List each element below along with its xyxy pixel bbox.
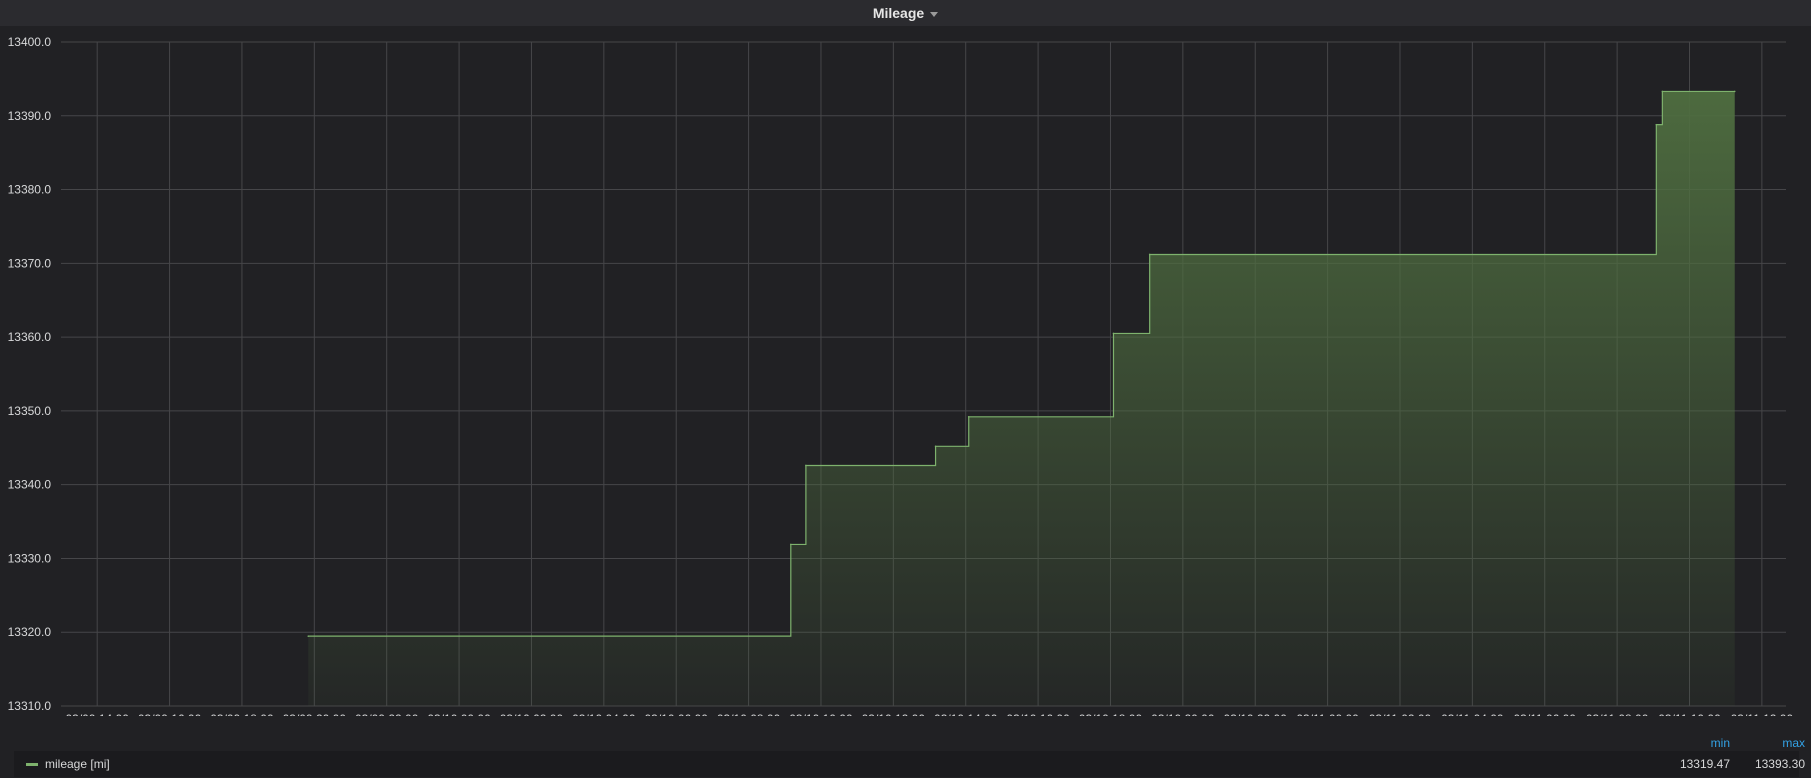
x-tick-label: 03/09 14:00: [65, 712, 129, 716]
y-tick-label: 13340.0: [8, 478, 52, 492]
legend-max-header[interactable]: max: [1745, 736, 1805, 750]
x-tick-label: 03/11 02:00: [1369, 712, 1432, 716]
series-area-fill: [308, 91, 1735, 707]
legend-min-value: 13319.47: [1679, 757, 1730, 771]
x-tick-label: 03/10 02:00: [500, 712, 564, 716]
data-point: [934, 445, 937, 448]
legend: min max mileage [mi] 13319.47 13393.30: [0, 728, 1811, 778]
x-tick-label: 03/10 06:00: [645, 712, 709, 716]
y-tick-label: 13370.0: [8, 256, 52, 270]
y-tick-label: 13330.0: [8, 551, 52, 565]
y-tick-label: 13310.0: [8, 699, 52, 713]
x-tick-label: 03/11 04:00: [1441, 712, 1504, 716]
data-point: [790, 543, 792, 546]
x-tick-label: 03/09 16:00: [138, 712, 202, 716]
data-point: [1661, 90, 1664, 93]
graph-panel: Mileage 13310.0 13320.0 13330.0 13340.0 1335…: [0, 0, 1811, 778]
x-tick-label: 03/11 12:00: [1731, 712, 1794, 716]
x-tick-label: 03/10 10:00: [789, 712, 853, 716]
y-tick-label: 13400.0: [8, 35, 52, 49]
data-point: [1655, 123, 1658, 126]
y-tick-label: 13350.0: [8, 404, 52, 418]
data-point: [1148, 253, 1151, 256]
chart-plot[interactable]: 13310.0 13320.0 13330.0 13340.0 13350.0 13360…: [0, 26, 1811, 716]
legend-max-value: 13393.30: [1754, 757, 1805, 771]
data-point: [805, 464, 807, 467]
data-point: [1112, 332, 1115, 335]
x-tick-label: 03/11 06:00: [1513, 712, 1576, 716]
legend-series-label[interactable]: mileage [mi]: [45, 757, 110, 771]
x-tick-label: 03/11 08:00: [1586, 712, 1649, 716]
x-tick-label: 03/10 18:00: [1079, 712, 1143, 716]
caret-down-icon[interactable]: [930, 11, 939, 17]
y-tick-label: 13360.0: [8, 330, 52, 344]
data-point: [1733, 90, 1736, 93]
x-tick-label: 03/10 16:00: [1006, 712, 1070, 716]
x-tick-label: 03/11 00:00: [1296, 712, 1359, 716]
x-tick-label: 03/10 14:00: [934, 712, 998, 716]
panel-header[interactable]: Mileage: [0, 0, 1811, 26]
y-tick-label: 13380.0: [8, 183, 52, 197]
y-tick-label: 13320.0: [8, 625, 52, 639]
x-tick-label: 03/09 22:00: [355, 712, 419, 716]
y-tick-label: 13390.0: [8, 109, 52, 123]
legend-min-header[interactable]: min: [1670, 736, 1730, 750]
line-swatch-icon[interactable]: [26, 763, 38, 766]
x-tick-label: 03/10 22:00: [1224, 712, 1288, 716]
x-tick-label: 03/10 12:00: [862, 712, 926, 716]
panel-title[interactable]: Mileage: [873, 5, 924, 21]
legend-series-row[interactable]: mileage [mi] 13319.47 13393.30: [14, 751, 1805, 777]
x-tick-label: 03/10 04:00: [572, 712, 636, 716]
x-tick-label: 03/09 20:00: [283, 712, 347, 716]
x-tick-label: 03/11 10:00: [1658, 712, 1721, 716]
x-tick-label: 03/10 20:00: [1151, 712, 1215, 716]
x-tick-label: 03/10 08:00: [717, 712, 781, 716]
x-tick-label: 03/10 00:00: [427, 712, 491, 716]
data-point: [307, 635, 310, 637]
x-tick-label: 03/09 18:00: [210, 712, 274, 716]
data-point: [967, 415, 970, 418]
